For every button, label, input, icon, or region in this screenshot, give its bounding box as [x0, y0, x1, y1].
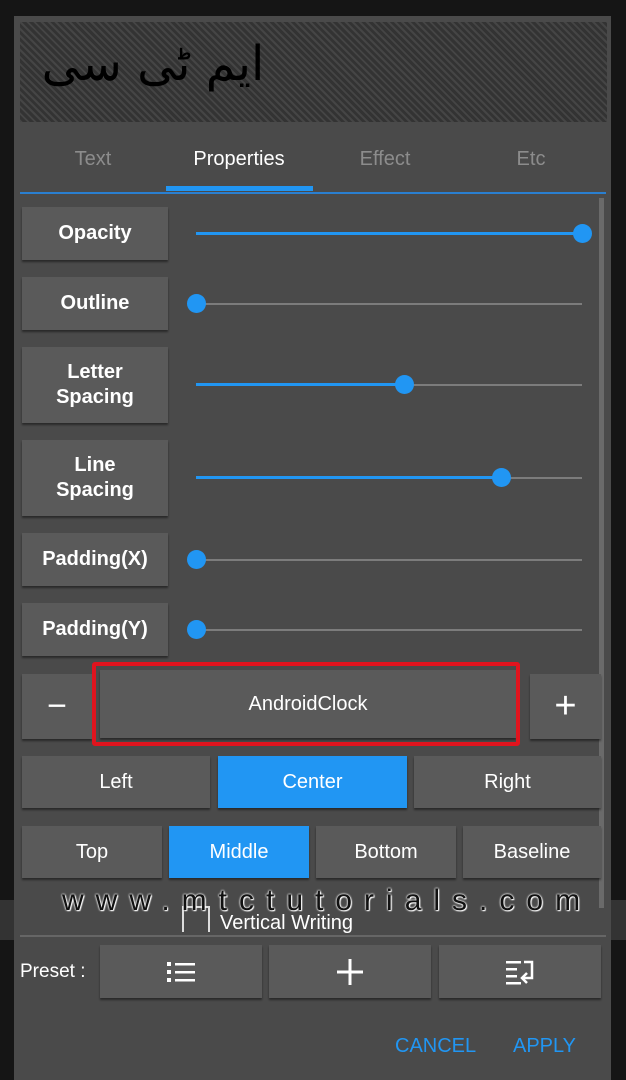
slider-thumb[interactable] [187, 294, 206, 313]
opacity-slider[interactable] [196, 224, 592, 244]
slider-thumb[interactable] [573, 224, 592, 243]
font-decrease-button[interactable]: − [22, 674, 92, 739]
padding-y-slider[interactable] [187, 620, 582, 640]
align-baseline-button[interactable]: Baseline [463, 826, 601, 878]
letter-spacing-slider[interactable] [196, 375, 582, 395]
plus-icon [337, 958, 363, 985]
slider-thumb[interactable] [187, 620, 206, 639]
align-top-button[interactable]: Top [22, 826, 162, 878]
slider-fill [196, 232, 582, 235]
align-right-button[interactable]: Right [414, 756, 601, 808]
letter-spacing-button[interactable]: Letter Spacing [22, 347, 168, 423]
apply-button[interactable]: APPLY [513, 1035, 576, 1058]
import-icon [506, 960, 534, 984]
cancel-button[interactable]: CANCEL [395, 1035, 476, 1058]
align-left-button[interactable]: Left [22, 756, 210, 808]
preset-label: Preset : [20, 961, 86, 982]
preview-text: ایم ٹی سی [41, 36, 265, 92]
padding-x-button[interactable]: Padding(X) [22, 533, 168, 586]
tab-properties[interactable]: Properties [166, 138, 312, 190]
text-preview: ایم ٹی سی [20, 22, 607, 122]
preset-list-button[interactable] [100, 945, 262, 998]
highlight-annotation [92, 662, 520, 746]
opacity-button[interactable]: Opacity [22, 207, 168, 260]
line-spacing-slider[interactable] [196, 468, 582, 488]
list-icon [167, 961, 195, 982]
preset-add-button[interactable] [269, 945, 431, 998]
text-properties-dialog: ایم ٹی سی Text Properties Effect Etc Opa… [14, 16, 611, 1080]
preset-divider [20, 935, 606, 937]
tab-bar: Text Properties Effect Etc [20, 138, 606, 194]
preset-import-button[interactable] [439, 945, 601, 998]
tab-text[interactable]: Text [20, 138, 166, 190]
minus-icon: − [47, 687, 67, 725]
outline-button[interactable]: Outline [22, 277, 168, 330]
outline-slider[interactable] [187, 294, 582, 314]
slider-thumb[interactable] [187, 550, 206, 569]
slider-track [196, 303, 582, 305]
align-center-button[interactable]: Center [218, 756, 407, 808]
tab-etc[interactable]: Etc [458, 138, 604, 190]
tab-divider [20, 192, 606, 194]
active-tab-indicator [166, 186, 313, 191]
align-middle-button[interactable]: Middle [169, 826, 309, 878]
line-spacing-button[interactable]: Line Spacing [22, 440, 168, 516]
slider-track [196, 629, 582, 631]
align-bottom-button[interactable]: Bottom [316, 826, 456, 878]
slider-fill [196, 383, 404, 386]
plus-icon: + [554, 685, 577, 727]
tab-effect[interactable]: Effect [312, 138, 458, 190]
slider-fill [196, 476, 501, 479]
padding-y-button[interactable]: Padding(Y) [22, 603, 168, 656]
slider-track [196, 559, 582, 561]
watermark: www.mtctutorials.com [62, 884, 593, 917]
slider-thumb[interactable] [492, 468, 511, 487]
slider-thumb[interactable] [395, 375, 414, 394]
font-increase-button[interactable]: + [530, 674, 601, 739]
padding-x-slider[interactable] [187, 550, 582, 570]
